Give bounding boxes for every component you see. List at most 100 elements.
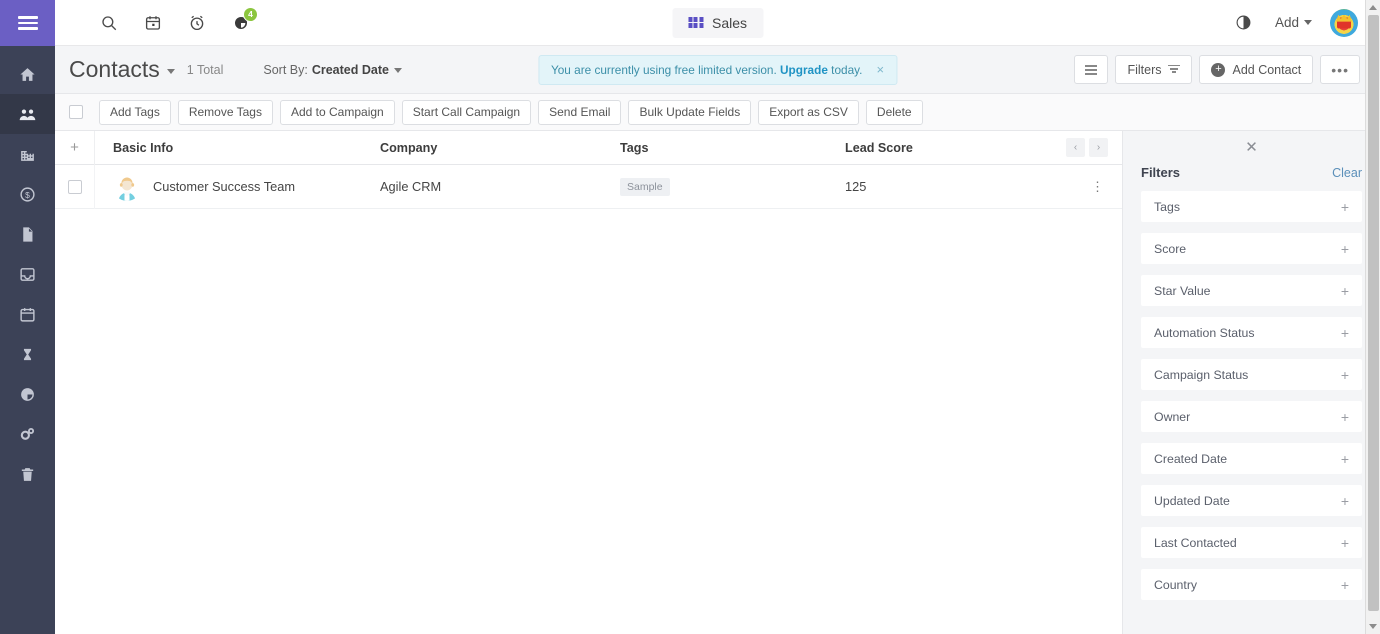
reports-pie-icon[interactable]: 4 <box>219 0 263 46</box>
sidebar-item-tasks[interactable] <box>0 334 55 374</box>
add-to-campaign-button[interactable]: Add to Campaign <box>279 99 395 125</box>
plus-icon: + <box>1340 366 1349 383</box>
filter-label: Campaign Status <box>1154 367 1249 382</box>
cell-tags: Sample <box>620 177 845 196</box>
hamburger-icon <box>17 16 38 30</box>
filters-button[interactable]: Filters <box>1115 55 1193 84</box>
clear-filters-button[interactable]: Clear <box>1332 166 1362 180</box>
filter-label: Automation Status <box>1154 325 1255 340</box>
filter-item-campaign-status[interactable]: Campaign Status + <box>1141 359 1362 390</box>
sidebar-item-deals[interactable]: $ <box>0 174 55 214</box>
column-header-lead-score[interactable]: Lead Score <box>845 141 985 155</box>
add-menu-button[interactable]: Add <box>1265 15 1322 30</box>
filter-item-last-contacted[interactable]: Last Contacted + <box>1141 527 1362 558</box>
pagination-prev-button[interactable]: ‹ <box>1066 138 1085 157</box>
contact-name[interactable]: Customer Success Team <box>153 179 295 194</box>
delete-button[interactable]: Delete <box>865 99 923 125</box>
funnel-icon <box>1168 64 1181 75</box>
tag-chip[interactable]: Sample <box>620 178 670 196</box>
filter-label: Last Contacted <box>1154 535 1237 550</box>
close-icon[interactable]: ✕ <box>1141 131 1362 163</box>
table-row[interactable]: Customer Success Team Agile CRM Sample 1… <box>55 164 1122 209</box>
search-icon[interactable] <box>87 0 131 46</box>
filter-item-score[interactable]: Score + <box>1141 233 1362 264</box>
list-view-button[interactable] <box>1074 55 1109 84</box>
row-menu-icon[interactable]: ⋮ <box>1091 180 1104 193</box>
home-icon <box>19 66 36 83</box>
row-checkbox[interactable] <box>67 179 82 194</box>
crm-app-window: $ 4 Sales Add Contacts 1 Total Sort By: … <box>0 0 1380 634</box>
filter-item-updated-date[interactable]: Updated Date + <box>1141 485 1362 516</box>
cell-basic-info: Customer Success Team <box>95 172 380 201</box>
contrast-icon[interactable] <box>1227 0 1261 46</box>
alarm-clock-icon[interactable] <box>175 0 219 46</box>
filters-button-label: Filters <box>1127 62 1162 77</box>
upgrade-link[interactable]: Upgrade <box>780 63 828 77</box>
banner-text-after: today. <box>831 62 863 77</box>
column-header-tags[interactable]: Tags <box>620 141 845 155</box>
remove-tags-button[interactable]: Remove Tags <box>177 99 273 125</box>
add-tags-button[interactable]: Add Tags <box>99 99 171 125</box>
column-header-company[interactable]: Company <box>380 141 620 155</box>
scrollbar-thumb[interactable] <box>1368 15 1379 611</box>
sidebar-item-reports[interactable] <box>0 374 55 414</box>
banner-text-before: You are currently using free limited ver… <box>550 62 777 77</box>
column-header-basic-info[interactable]: Basic Info <box>95 141 380 155</box>
sidebar-item-inbox[interactable] <box>0 254 55 294</box>
building-icon <box>19 146 36 163</box>
page-title-chevron-down-icon[interactable] <box>166 69 175 74</box>
page-scrollbar[interactable] <box>1365 0 1380 634</box>
pagination-next-button[interactable]: › <box>1089 138 1108 157</box>
filter-item-country[interactable]: Country + <box>1141 569 1362 600</box>
user-avatar[interactable] <box>1330 8 1358 37</box>
app-switcher-sales[interactable]: Sales <box>671 7 764 38</box>
bulk-update-fields-button[interactable]: Bulk Update Fields <box>628 99 752 125</box>
plus-icon: + <box>1340 576 1349 593</box>
filter-item-tags[interactable]: Tags + <box>1141 191 1362 222</box>
grid-icon <box>687 16 703 29</box>
chevron-down-icon <box>1304 20 1312 25</box>
table-pagination: ‹ › <box>1066 138 1108 157</box>
gears-icon <box>19 426 36 443</box>
filter-item-created-date[interactable]: Created Date + <box>1141 443 1362 474</box>
page-title[interactable]: Contacts <box>69 56 160 83</box>
upgrade-banner-text: You are currently using free limited ver… <box>551 63 862 77</box>
contact-avatar <box>113 172 141 201</box>
select-all-checkbox[interactable] <box>69 105 83 119</box>
more-options-button[interactable]: ••• <box>1320 55 1360 84</box>
filter-item-owner[interactable]: Owner + <box>1141 401 1362 432</box>
plus-icon: + <box>1340 198 1349 215</box>
list-view-icon <box>1085 64 1098 75</box>
sidebar-item-settings[interactable] <box>0 414 55 454</box>
scroll-down-arrow-icon[interactable] <box>1366 619 1380 634</box>
bulk-action-toolbar: Add Tags Remove Tags Add to Campaign Sta… <box>55 94 1380 131</box>
export-as-csv-button[interactable]: Export as CSV <box>758 99 859 125</box>
send-email-button[interactable]: Send Email <box>538 99 622 125</box>
add-column-button[interactable]: + <box>55 130 95 165</box>
plus-icon: + <box>1340 450 1349 467</box>
sidebar-item-trash[interactable] <box>0 454 55 494</box>
trash-icon <box>19 466 36 483</box>
filter-item-star-value[interactable]: Star Value + <box>1141 275 1362 306</box>
plus-icon: + <box>1340 324 1349 341</box>
sidebar-item-contacts[interactable] <box>0 94 55 134</box>
cell-company: Agile CRM <box>380 179 442 194</box>
topbar-right-group: Add <box>1227 0 1380 46</box>
filter-label: Tags <box>1154 199 1180 214</box>
sidebar-item-documents[interactable] <box>0 214 55 254</box>
sidebar-menu-toggle[interactable] <box>0 0 55 46</box>
filter-label: Star Value <box>1154 283 1211 298</box>
add-contact-button[interactable]: + Add Contact <box>1199 55 1314 84</box>
calendar-icon[interactable] <box>131 0 175 46</box>
sidebar-item-companies[interactable] <box>0 134 55 174</box>
filter-label: Owner <box>1154 409 1191 424</box>
sidebar-item-home[interactable] <box>0 54 55 94</box>
page-header: Contacts 1 Total Sort By: Created Date Y… <box>55 46 1380 94</box>
banner-close-icon[interactable]: × <box>876 63 884 76</box>
sidebar-item-calendar[interactable] <box>0 294 55 334</box>
start-call-campaign-button[interactable]: Start Call Campaign <box>401 99 532 125</box>
filter-item-automation-status[interactable]: Automation Status + <box>1141 317 1362 348</box>
topnav-icon-group: 4 <box>55 0 263 46</box>
scroll-up-arrow-icon[interactable] <box>1366 0 1380 15</box>
sort-by-control[interactable]: Sort By: Created Date <box>263 63 402 77</box>
